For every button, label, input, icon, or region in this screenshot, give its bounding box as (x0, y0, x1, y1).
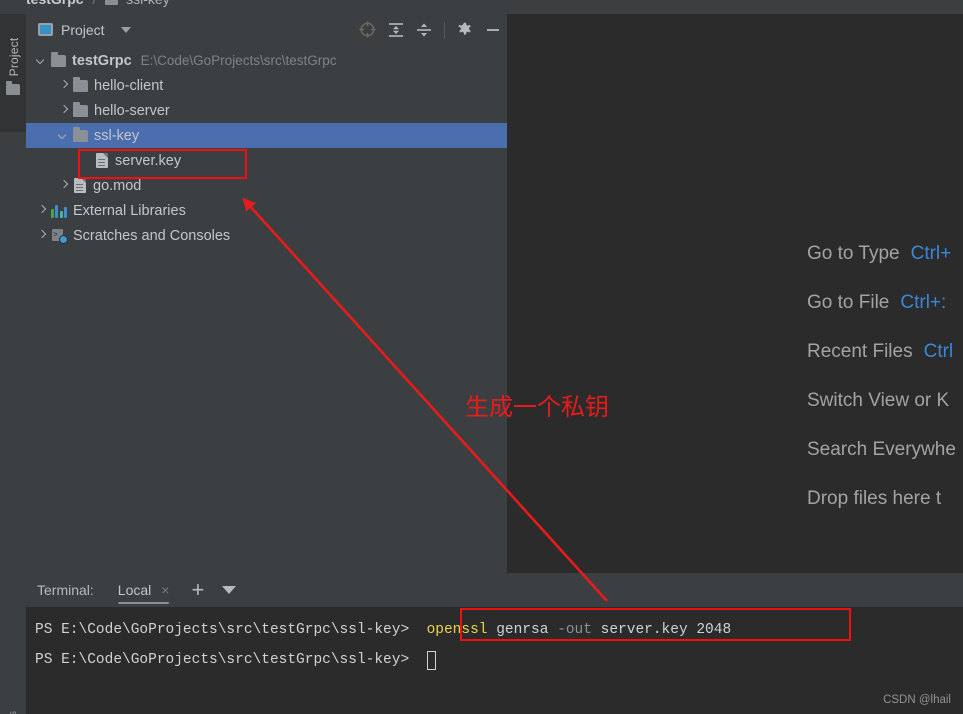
folder-icon[interactable] (6, 81, 20, 95)
folder-icon (51, 51, 66, 67)
terminal-tool-window: Terminal: Local × + PS E:\Code\GoProject… (26, 573, 963, 714)
project-tab-label[interactable]: Project (7, 26, 21, 88)
chevron-down-icon[interactable] (222, 586, 237, 594)
terminal-command-args: server.key 2048 (591, 622, 732, 638)
add-terminal-button[interactable]: + (191, 579, 204, 601)
minimize-icon[interactable] (485, 22, 501, 38)
project-tool-window: Project testGrpc E:\Code\GoProjects\src\… (26, 14, 507, 573)
project-tool-button[interactable]: Project (0, 14, 26, 132)
editor-empty-area[interactable]: Go to Type Ctrl+ Go to File Ctrl+: Recen… (507, 14, 963, 573)
project-view-icon (38, 23, 53, 36)
expand-all-icon[interactable] (388, 22, 404, 38)
terminal-prompt: PS E:\Code\GoProjects\src\testGrpc\ssl-k… (35, 622, 410, 638)
chevron-down-icon[interactable] (58, 130, 69, 141)
project-tree: testGrpc E:\Code\GoProjects\src\testGrpc… (26, 45, 507, 248)
terminal-tab-label: Local (117, 582, 152, 598)
hint-label: Go to Type (807, 242, 900, 264)
hint-label: Switch View or K (807, 389, 950, 411)
tree-row-external-libraries[interactable]: External Libraries (26, 198, 507, 223)
hint-shortcut: Ctrl+: (900, 291, 947, 313)
close-icon[interactable]: × (161, 582, 169, 598)
tree-label: ssl-key (94, 127, 140, 144)
tree-row-server-key[interactable]: server.key (26, 148, 507, 173)
folder-icon (73, 101, 88, 117)
file-icon (96, 153, 108, 168)
hint-label: Drop files here t (807, 487, 942, 509)
terminal-line: PS E:\Code\GoProjects\src\testGrpc\ssl-k… (35, 645, 963, 675)
project-panel-title: Project (61, 21, 105, 38)
file-icon (74, 178, 86, 193)
chevron-right-icon[interactable] (58, 105, 69, 116)
tree-label: go.mod (93, 177, 142, 194)
breadcrumb-project[interactable]: testGrpc (26, 0, 84, 7)
left-tool-strip: Project ks (0, 14, 26, 714)
chevron-down-icon[interactable] (36, 55, 47, 66)
chevron-right-icon[interactable] (36, 230, 47, 241)
editor-hint-list: Go to Type Ctrl+ Go to File Ctrl+: Recen… (807, 229, 963, 523)
chevron-down-icon[interactable] (120, 26, 131, 33)
terminal-output[interactable]: PS E:\Code\GoProjects\src\testGrpc\ssl-k… (26, 607, 963, 675)
locate-crosshair-icon[interactable] (359, 21, 376, 38)
hint-label: Recent Files (807, 340, 913, 362)
terminal-label: Terminal: (37, 582, 94, 598)
hint-label: Search Everywhe (807, 438, 956, 460)
breadcrumb: testGrpc / ssl-key (0, 0, 963, 14)
tree-path-hint: E:\Code\GoProjects\src\testGrpc (140, 53, 337, 68)
project-panel-header: Project (26, 14, 507, 45)
terminal-line: PS E:\Code\GoProjects\src\testGrpc\ssl-k… (35, 615, 963, 645)
scratches-icon: > (51, 228, 68, 244)
tree-row-go-mod[interactable]: go.mod (26, 173, 507, 198)
breadcrumb-folder[interactable]: ssl-key (126, 0, 170, 7)
terminal-prompt: PS E:\Code\GoProjects\src\testGrpc\ssl-k… (35, 652, 410, 668)
terminal-tab-local[interactable]: Local × (117, 573, 170, 607)
chevron-right-icon[interactable] (36, 205, 47, 216)
tree-row-hello-client[interactable]: hello-client (26, 73, 507, 98)
tree-label: hello-client (94, 77, 164, 94)
terminal-cursor (426, 650, 436, 670)
hint-shortcut: Ctrl+ (910, 242, 952, 264)
terminal-command-subcommand: genrsa (487, 622, 549, 638)
tree-row-scratches-and-consoles[interactable]: > Scratches and Consoles (26, 223, 507, 248)
tree-label: External Libraries (73, 202, 186, 219)
ide-window: testGrpc / ssl-key Project ks Project (0, 0, 963, 714)
folder-icon (73, 126, 88, 142)
toolbar-divider (444, 21, 445, 38)
hint-switch-view: Switch View or K (807, 376, 963, 425)
hint-shortcut: Ctrl (923, 340, 954, 362)
annotation-note: 生成一个私钥 (465, 393, 609, 421)
bookmarks-tab-label[interactable]: ks (7, 682, 19, 714)
terminal-command-openssl: openssl (426, 622, 488, 638)
tree-row-hello-server[interactable]: hello-server (26, 98, 507, 123)
hint-recent-files: Recent Files Ctrl (807, 327, 963, 376)
collapse-all-icon[interactable] (416, 22, 432, 38)
terminal-header: Terminal: Local × + (26, 573, 963, 607)
breadcrumb-folder-icon (105, 0, 119, 5)
tree-label: hello-server (94, 102, 170, 119)
watermark: CSDN @lhail (883, 694, 951, 706)
folder-icon (73, 76, 88, 92)
terminal-command-flag: -out (548, 622, 592, 638)
breadcrumb-separator: / (92, 0, 96, 7)
chevron-right-icon[interactable] (58, 80, 69, 91)
hint-label: Go to File (807, 291, 890, 313)
library-icon (51, 204, 67, 218)
chevron-right-icon[interactable] (58, 180, 69, 191)
tab-active-underline (117, 601, 170, 604)
tree-label: testGrpc (72, 52, 132, 69)
hint-search-everywhere: Search Everywhe (807, 425, 963, 474)
tree-row-ssl-key[interactable]: ssl-key (26, 123, 507, 148)
tree-row-testgrpc[interactable]: testGrpc E:\Code\GoProjects\src\testGrpc (26, 48, 507, 73)
tree-label: Scratches and Consoles (73, 227, 231, 244)
hint-go-to-file: Go to File Ctrl+: (807, 278, 963, 327)
project-panel-toolbar (359, 14, 501, 45)
gear-icon[interactable] (457, 22, 473, 38)
tree-label: server.key (115, 152, 182, 169)
hint-go-to-type: Go to Type Ctrl+ (807, 229, 963, 278)
hint-drop-files: Drop files here t (807, 474, 963, 523)
